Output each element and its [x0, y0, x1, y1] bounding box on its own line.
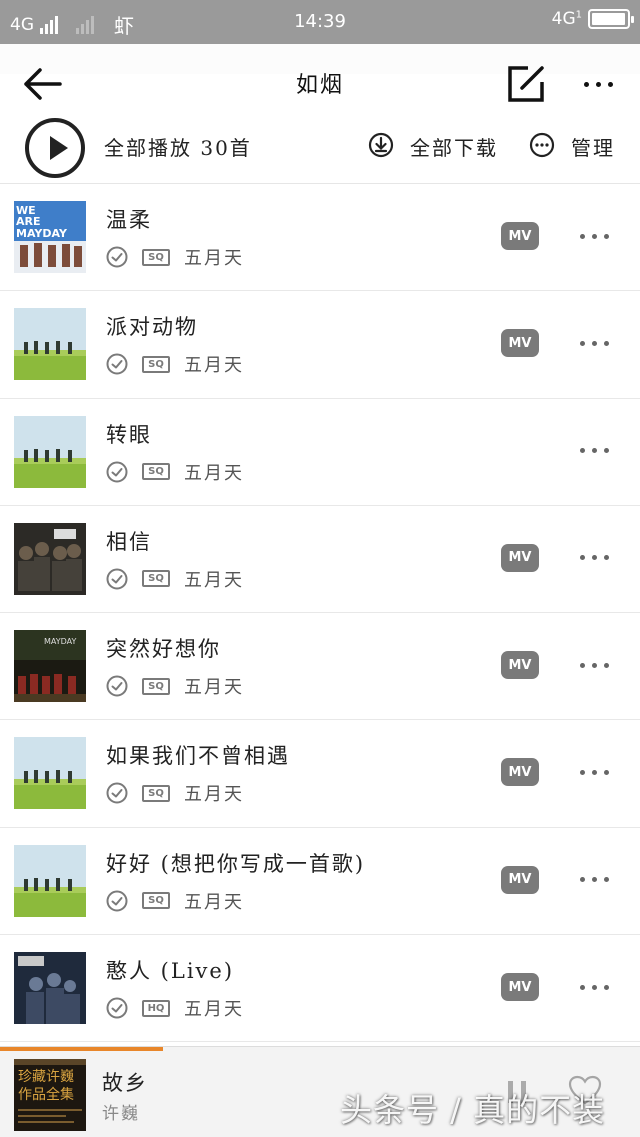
header: 如烟 [0, 44, 640, 122]
song-more-icon[interactable] [580, 335, 620, 351]
cover-text-2: 作品全集 [18, 1086, 74, 1103]
downloaded-check-icon [106, 461, 128, 483]
quality-badge: SQ [142, 355, 170, 373]
song-row[interactable]: 憨人 (Live) HQ 五月天 MV [0, 935, 640, 1043]
song-meta: SQ 五月天 [106, 459, 244, 485]
song-row[interactable]: 好好 (想把你写成一首歌) SQ 五月天 MV [0, 828, 640, 936]
song-row[interactable]: WE ARE MAYDAY 温柔 SQ 五月天 MV [0, 184, 640, 292]
mv-button[interactable]: MV [501, 865, 539, 894]
quality-badge: HQ [142, 999, 170, 1017]
song-meta: HQ 五月天 [106, 995, 244, 1021]
album-cover: MAYDAY [14, 630, 86, 703]
song-more-icon[interactable] [580, 443, 620, 459]
mv-button[interactable]: MV [501, 973, 539, 1002]
now-playing-bar[interactable]: 珍藏许巍 作品全集 故乡 许巍 头条号 / 真的不装 [0, 1046, 640, 1137]
song-artist: 五月天 [184, 248, 244, 269]
now-playing-cover[interactable]: 珍藏许巍 作品全集 [14, 1059, 86, 1131]
network-label-2: 4G1 [551, 9, 582, 29]
song-row[interactable]: 派对动物 SQ 五月天 MV [0, 291, 640, 399]
song-title: 相信 [106, 529, 152, 554]
song-meta: SQ 五月天 [106, 351, 244, 377]
song-meta: SQ 五月天 [106, 244, 244, 270]
svg-text:MAYDAY: MAYDAY [44, 637, 77, 646]
song-meta: SQ 五月天 [106, 673, 244, 699]
album-cover [14, 308, 86, 381]
download-all-button[interactable]: 全部下载 [410, 132, 498, 161]
quality-badge: SQ [142, 463, 170, 481]
song-meta: SQ 五月天 [106, 888, 244, 914]
song-more-icon[interactable] [580, 979, 620, 995]
song-artist: 五月天 [184, 569, 244, 591]
now-playing-artist: 许巍 [102, 1104, 140, 1124]
song-artist: 五月天 [184, 677, 244, 699]
edit-icon[interactable] [506, 64, 546, 104]
downloaded-check-icon [106, 353, 128, 375]
now-playing-title: 故乡 [102, 1071, 148, 1095]
back-arrow-icon[interactable] [20, 64, 64, 104]
play-all-button[interactable]: 全部播放 30首 [104, 132, 252, 161]
mv-button[interactable]: MV [501, 651, 539, 680]
song-meta: SQ 五月天 [106, 566, 244, 592]
song-artist: 五月天 [184, 462, 244, 484]
album-cover: WE ARE MAYDAY [14, 201, 86, 273]
song-meta: SQ 五月天 [106, 780, 244, 806]
song-row[interactable]: 相信 SQ 五月天 MV [0, 506, 640, 614]
watermark: 头条号 / 真的不装 [340, 1091, 606, 1129]
downloaded-check-icon [106, 782, 128, 804]
song-more-icon[interactable] [580, 872, 620, 888]
mv-button[interactable]: MV [501, 758, 539, 787]
song-title: 温柔 [106, 208, 152, 232]
downloaded-check-icon [106, 568, 128, 590]
album-cover [14, 844, 86, 917]
playback-progress[interactable] [0, 1047, 164, 1051]
downloaded-check-icon [106, 246, 128, 268]
album-cover [14, 737, 86, 810]
album-cover [14, 415, 86, 488]
song-artist: 五月天 [184, 999, 244, 1021]
song-title: 憨人 (Live) [106, 959, 235, 984]
song-artist: 五月天 [184, 784, 244, 806]
album-cover [14, 522, 86, 595]
song-artist: 五月天 [184, 891, 244, 913]
page-title: 如烟 [295, 73, 344, 98]
mv-button[interactable]: MV [501, 329, 539, 358]
mv-button[interactable]: MV [501, 543, 539, 572]
album-cover [14, 952, 86, 1025]
action-bar: 全部播放 30首 全部下载 管理 [0, 112, 640, 184]
svg-text:MAYDAY: MAYDAY [16, 227, 68, 240]
song-more-icon[interactable] [580, 764, 620, 780]
song-title: 好好 (想把你写成一首歌) [106, 851, 366, 876]
song-artist: 五月天 [184, 355, 244, 377]
song-list: WE ARE MAYDAY 温柔 SQ 五月天 MV 派对动物 SQ 五月天 MV 转眼 SQ 五月天 相信… [0, 184, 640, 1043]
quality-badge: SQ [142, 892, 170, 910]
manage-icon[interactable] [529, 132, 555, 158]
song-more-icon[interactable] [580, 228, 620, 244]
quality-badge: SQ [142, 248, 170, 266]
quality-badge: SQ [142, 784, 170, 802]
song-more-icon[interactable] [580, 550, 620, 566]
song-row[interactable]: 转眼 SQ 五月天 [0, 399, 640, 506]
quality-badge: SQ [142, 677, 170, 695]
status-bar: 4G 虾 14:39 4G1 [0, 0, 640, 44]
more-menu-icon[interactable] [576, 66, 620, 102]
quality-badge: SQ [142, 570, 170, 588]
song-title: 转眼 [106, 422, 152, 447]
song-row[interactable]: MAYDAY 突然好想你 SQ 五月天 MV [0, 613, 640, 721]
play-all-icon[interactable] [25, 118, 85, 178]
song-title: 如果我们不曾相遇 [106, 744, 290, 769]
song-title: 突然好想你 [106, 637, 221, 662]
mv-button[interactable]: MV [501, 222, 539, 250]
song-more-icon[interactable] [580, 657, 620, 673]
battery-icon [588, 9, 634, 29]
download-icon[interactable] [368, 132, 394, 158]
downloaded-check-icon [106, 997, 128, 1019]
downloaded-check-icon [106, 890, 128, 912]
manage-button[interactable]: 管理 [571, 132, 615, 161]
downloaded-check-icon [106, 675, 128, 697]
clock: 14:39 [294, 11, 346, 32]
song-title: 派对动物 [106, 315, 198, 340]
song-row[interactable]: 如果我们不曾相遇 SQ 五月天 MV [0, 720, 640, 828]
cover-text-1: 珍藏许巍 [18, 1069, 74, 1085]
